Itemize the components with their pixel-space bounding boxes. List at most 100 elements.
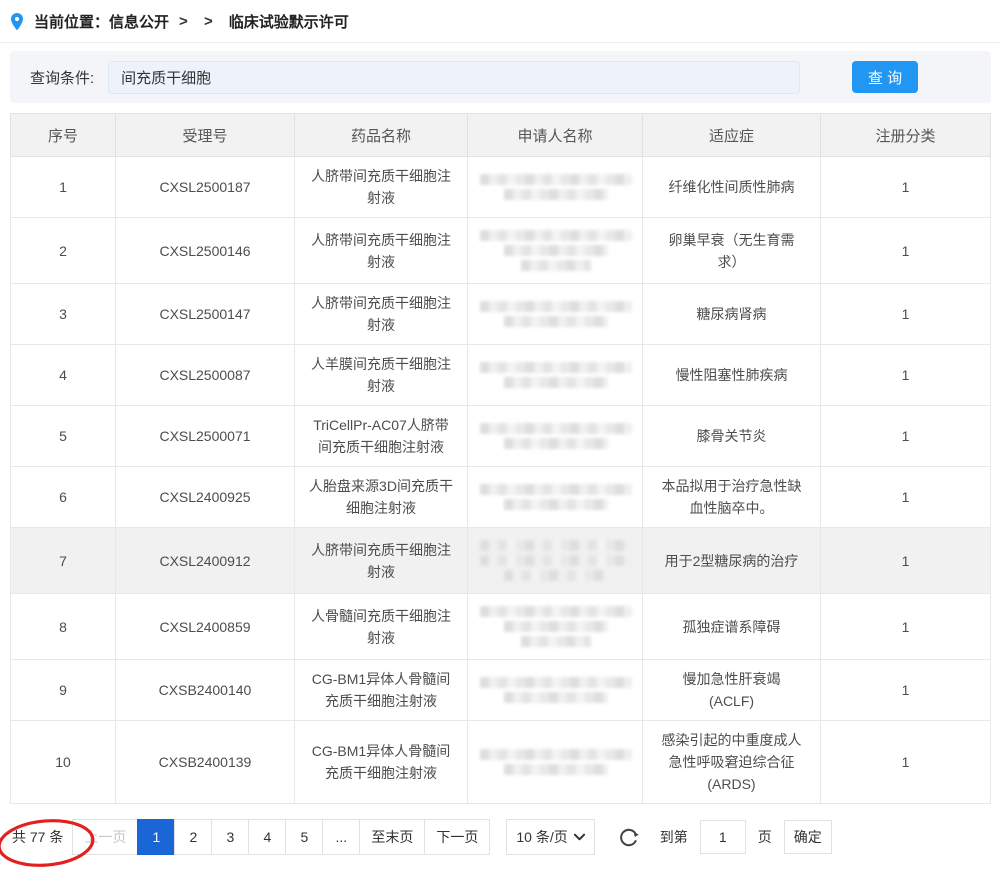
cell-applicant-redacted	[468, 345, 643, 406]
cell-no: 3	[11, 284, 116, 345]
cell-acceptance-no: CXSL2500146	[116, 218, 295, 284]
cell-indication: 慢性阻塞性肺疾病	[643, 345, 821, 406]
cell-reg-class: 1	[821, 284, 991, 345]
page-button-5[interactable]: 5	[285, 819, 323, 855]
cell-applicant-redacted	[468, 660, 643, 721]
table-row: 2 CXSL2500146 人脐带间充质干细胞注射液 卵巢早衰（无生育需求） 1	[11, 218, 991, 284]
cell-drug-name: CG-BM1异体人骨髓间充质干细胞注射液	[295, 660, 468, 721]
page-size-select[interactable]: 10 条/页	[506, 819, 594, 855]
cell-applicant-redacted	[468, 467, 643, 528]
results-table: 序号 受理号 药品名称 申请人名称 适应症 注册分类 1 CXSL2500187…	[10, 113, 991, 804]
page-size-value: 10 条/页	[516, 827, 567, 847]
cell-drug-name: TriCellPr-AC07人脐带间充质干细胞注射液	[295, 406, 468, 467]
cell-applicant-redacted	[468, 406, 643, 467]
cell-reg-class: 1	[821, 660, 991, 721]
cell-reg-class: 1	[821, 594, 991, 660]
cell-drug-name: 人羊膜间充质干细胞注射液	[295, 345, 468, 406]
cell-no: 9	[11, 660, 116, 721]
blurred-applicant	[480, 174, 632, 200]
header-drug-name: 药品名称	[295, 114, 468, 157]
cell-indication: 用于2型糖尿病的治疗	[643, 528, 821, 594]
page-button-1[interactable]: 1	[137, 819, 175, 855]
location-pin-icon	[8, 12, 26, 32]
confirm-button[interactable]: 确定	[784, 820, 832, 854]
table-row: 1 CXSL2500187 人脐带间充质干细胞注射液 纤维化性间质性肺病 1	[11, 157, 991, 218]
cell-applicant-redacted	[468, 594, 643, 660]
header-no: 序号	[11, 114, 116, 157]
search-panel: 查询条件: 查 询	[10, 51, 991, 103]
cell-reg-class: 1	[821, 406, 991, 467]
cell-acceptance-no: CXSB2400140	[116, 660, 295, 721]
cell-applicant-redacted	[468, 218, 643, 284]
table-row: 6 CXSL2400925 人胎盘来源3D间充质干细胞注射液 本品拟用于治疗急性…	[11, 467, 991, 528]
cell-applicant-redacted	[468, 284, 643, 345]
breadcrumb-location-label: 当前位置：信息公开	[34, 11, 169, 32]
table-row-highlighted: 7 CXSL2400912 人脐带间充质干细胞注射液 用于2型糖尿病的治疗 1	[11, 528, 991, 594]
goto-page-label: 到第	[660, 827, 688, 847]
blurred-applicant	[480, 540, 632, 581]
blurred-applicant	[480, 230, 632, 271]
blurred-applicant	[480, 484, 632, 510]
total-count-label: 共 77 条	[12, 829, 63, 845]
chevron-down-icon	[574, 833, 585, 841]
header-applicant: 申请人名称	[468, 114, 643, 157]
table-row: 5 CXSL2500071 TriCellPr-AC07人脐带间充质干细胞注射液…	[11, 406, 991, 467]
cell-indication: 糖尿病肾病	[643, 284, 821, 345]
blurred-applicant	[480, 677, 632, 703]
header-indication: 适应症	[643, 114, 821, 157]
cell-applicant-redacted	[468, 528, 643, 594]
cell-reg-class: 1	[821, 721, 991, 804]
breadcrumb-current-page: 临床试验默示许可	[229, 11, 349, 32]
breadcrumb-separator: > >	[179, 13, 219, 30]
blurred-applicant	[480, 606, 632, 647]
cell-acceptance-no: CXSL2500087	[116, 345, 295, 406]
prev-page-button[interactable]: 上一页	[72, 819, 138, 855]
table-row: 10 CXSB2400139 CG-BM1异体人骨髓间充质干细胞注射液 感染引起…	[11, 721, 991, 804]
search-condition-label: 查询条件:	[30, 67, 94, 88]
goto-page-input[interactable]	[700, 820, 746, 854]
cell-no: 5	[11, 406, 116, 467]
cell-drug-name: 人脐带间充质干细胞注射液	[295, 528, 468, 594]
query-button[interactable]: 查 询	[852, 61, 918, 93]
cell-acceptance-no: CXSL2400859	[116, 594, 295, 660]
table-row: 4 CXSL2500087 人羊膜间充质干细胞注射液 慢性阻塞性肺疾病 1	[11, 345, 991, 406]
refresh-icon[interactable]	[617, 826, 640, 849]
table-row: 8 CXSL2400859 人骨髓间充质干细胞注射液 孤独症谱系障碍 1	[11, 594, 991, 660]
cell-acceptance-no: CXSL2500187	[116, 157, 295, 218]
cell-indication: 卵巢早衰（无生育需求）	[643, 218, 821, 284]
blurred-applicant	[480, 749, 632, 775]
search-input[interactable]	[108, 61, 800, 94]
cell-no: 4	[11, 345, 116, 406]
cell-drug-name: 人脐带间充质干细胞注射液	[295, 218, 468, 284]
cell-applicant-redacted	[468, 721, 643, 804]
cell-no: 1	[11, 157, 116, 218]
pagination-bar: 共 77 条 上一页 1 2 3 4 5 ... 至末页 下一页 10 条/页 …	[8, 818, 993, 856]
blurred-applicant	[480, 362, 632, 388]
page-button-3[interactable]: 3	[211, 819, 249, 855]
total-count-wrap: 共 77 条	[8, 827, 67, 847]
cell-no: 10	[11, 721, 116, 804]
cell-acceptance-no: CXSL2400925	[116, 467, 295, 528]
cell-no: 6	[11, 467, 116, 528]
cell-acceptance-no: CXSL2400912	[116, 528, 295, 594]
cell-reg-class: 1	[821, 345, 991, 406]
cell-reg-class: 1	[821, 528, 991, 594]
next-page-button[interactable]: 下一页	[424, 819, 490, 855]
cell-drug-name: 人骨髓间充质干细胞注射液	[295, 594, 468, 660]
blurred-applicant	[480, 301, 632, 327]
cell-indication: 本品拟用于治疗急性缺血性脑卒中。	[643, 467, 821, 528]
page-button-2[interactable]: 2	[174, 819, 212, 855]
cell-acceptance-no: CXSB2400139	[116, 721, 295, 804]
cell-no: 2	[11, 218, 116, 284]
last-page-button[interactable]: 至末页	[359, 819, 425, 855]
page-ellipsis-button[interactable]: ...	[322, 819, 360, 855]
cell-reg-class: 1	[821, 218, 991, 284]
breadcrumb: 当前位置：信息公开 > > 临床试验默示许可	[0, 0, 1001, 43]
cell-indication: 感染引起的中重度成人急性呼吸窘迫综合征(ARDS)	[643, 721, 821, 804]
header-acceptance-no: 受理号	[116, 114, 295, 157]
page-button-4[interactable]: 4	[248, 819, 286, 855]
cell-reg-class: 1	[821, 157, 991, 218]
cell-drug-name: CG-BM1异体人骨髓间充质干细胞注射液	[295, 721, 468, 804]
table-row: 9 CXSB2400140 CG-BM1异体人骨髓间充质干细胞注射液 慢加急性肝…	[11, 660, 991, 721]
cell-drug-name: 人脐带间充质干细胞注射液	[295, 157, 468, 218]
